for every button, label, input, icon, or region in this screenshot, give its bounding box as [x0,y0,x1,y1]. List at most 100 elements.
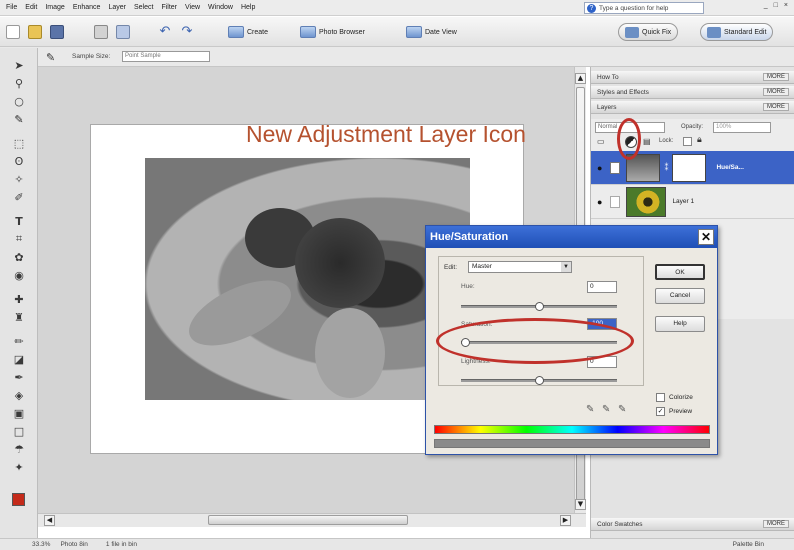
eyedropper-icon[interactable]: ✎ [586,404,594,415]
online-services-icon[interactable] [116,25,130,39]
preview-checkbox[interactable]: ✓ [656,407,665,416]
open-folder-icon[interactable] [28,25,42,39]
cookie-cutter-tool-icon[interactable]: ✿ [11,250,27,264]
eyedropper-tool-icon[interactable]: ✎ [11,112,27,126]
brush-tool-icon[interactable]: ✒ [11,370,27,384]
menu-select[interactable]: Select [134,4,153,11]
menu-image[interactable]: Image [45,4,64,11]
red-eye-tool-icon[interactable]: ◉ [11,268,27,282]
healing-brush-tool-icon[interactable]: ✚ [11,292,27,306]
layer-link-icon[interactable] [610,161,621,174]
eraser-tool-icon[interactable]: ◪ [11,352,27,366]
type-tool-icon[interactable]: T [11,214,27,228]
layers-more-button[interactable]: MORE [763,103,789,111]
create-button[interactable]: Create [228,24,268,40]
styles-effects-palette-header[interactable]: Styles and Effects MORE [591,86,794,99]
hue-slider[interactable] [461,302,617,311]
opacity-field[interactable]: 100% [713,122,771,133]
lasso-tool-icon[interactable]: ʘ [11,154,27,168]
gradient-tool-icon[interactable]: ▣ [11,406,27,420]
layers-palette-header[interactable]: Layers MORE [591,101,794,114]
eyedropper-minus-icon[interactable]: ✎ [618,404,626,415]
palette-bin-toggle[interactable]: Palette Bin [733,541,764,548]
visibility-eye-icon[interactable]: ● [597,197,602,207]
new-layer-icon[interactable]: ▭ [597,137,607,147]
hue-value-field[interactable]: 0 [587,281,617,293]
shape-tool-icon[interactable]: □ [11,424,27,438]
hand-tool-icon[interactable]: ○ [11,94,27,108]
swatches-more-button[interactable]: MORE [763,520,789,528]
menu-view[interactable]: View [185,4,200,11]
sponge-tool-icon[interactable]: ✦ [11,460,27,474]
delete-layer-icon[interactable]: ▤ [643,137,651,146]
step-forward-icon[interactable]: ↷ [180,25,194,39]
hue-spectrum-bar [434,425,710,434]
opacity-label: Opacity: [681,124,704,130]
minimize-button[interactable]: _ [764,2,768,9]
menu-layer[interactable]: Layer [108,4,126,11]
color-swatches-palette-header[interactable]: Color Swatches MORE [591,518,794,531]
dialog-title: Hue/Saturation [426,226,717,248]
help-button[interactable]: Help [655,316,705,332]
marquee-tool-icon[interactable]: ⬚ [11,136,27,150]
paint-bucket-tool-icon[interactable]: ◈ [11,388,27,402]
lightness-slider[interactable] [461,376,617,385]
photo-browser-button[interactable]: Photo Browser [300,24,365,40]
blur-tool-icon[interactable]: ☂ [11,442,27,456]
menu-edit[interactable]: Edit [25,4,37,11]
magic-wand-tool-icon[interactable]: ✧ [11,172,27,186]
styles-more-button[interactable]: MORE [763,88,789,96]
help-search-placeholder: Type a question for help [599,4,669,12]
menu-file[interactable]: File [6,4,17,11]
zoom-tool-icon[interactable]: ⚲ [11,76,27,90]
menu-enhance[interactable]: Enhance [73,4,101,11]
menu-window[interactable]: Window [208,4,233,11]
sample-size-select[interactable]: Point Sample [122,51,210,62]
quick-fix-button[interactable]: Quick Fix [618,23,679,41]
lightness-slider-thumb[interactable] [534,376,544,385]
ok-button[interactable]: OK [655,264,705,280]
layer-link-icon[interactable] [610,195,621,208]
shortcuts-toolbar: ↶ ↷ Create Photo Browser Date View Quick… [0,17,794,47]
how-to-more-button[interactable]: MORE [763,73,789,81]
clone-stamp-tool-icon[interactable]: ♜ [11,310,27,324]
visibility-eye-icon[interactable]: ● [597,163,602,173]
step-backward-icon[interactable]: ↶ [158,25,172,39]
menu-filter[interactable]: Filter [161,4,177,11]
crop-tool-icon[interactable]: ⌗ [11,232,27,246]
layer-row-layer-1[interactable]: ● Layer 1 [591,185,794,219]
eyedropper-plus-icon[interactable]: ✎ [602,404,610,415]
horizontal-scrollbar[interactable]: ◀ ▶ [38,513,586,527]
scroll-left-icon[interactable]: ◀ [44,515,55,526]
layer-thumbnail [626,186,667,217]
scroll-up-icon[interactable]: ▲ [575,73,586,84]
menu-help[interactable]: Help [241,4,255,11]
how-to-palette-header[interactable]: How To MORE [591,71,794,84]
date-view-button[interactable]: Date View [406,24,457,40]
move-tool-icon[interactable]: ➤ [11,58,27,72]
hue-label: Hue: [461,283,475,290]
maximize-button[interactable]: □ [774,2,778,9]
horizontal-scroll-thumb[interactable] [208,515,408,525]
bin-info: 1 file in bin [105,541,137,548]
scroll-right-icon[interactable]: ▶ [560,515,571,526]
pencil-tool-icon[interactable]: ✏ [11,334,27,348]
colorize-checkbox[interactable] [656,393,665,402]
close-icon[interactable]: ✕ [698,229,714,245]
help-search-field[interactable]: ? Type a question for help [584,2,704,14]
edit-channel-select[interactable]: Master ▼ [468,261,572,273]
new-file-icon[interactable] [6,25,20,39]
layer-name: Hue/Sa... [716,164,744,171]
lock-transparency-checkbox[interactable] [683,137,692,146]
save-icon[interactable] [50,25,64,39]
close-button[interactable]: × [784,2,788,9]
window-controls: _ □ × [764,2,788,9]
layer-mask-thumbnail [672,153,707,182]
hue-slider-thumb[interactable] [534,302,544,311]
selection-brush-tool-icon[interactable]: ✐ [11,190,27,204]
standard-edit-button[interactable]: Standard Edit [700,23,774,41]
foreground-color-swatch[interactable] [12,493,25,506]
scroll-down-icon[interactable]: ▼ [575,499,586,510]
print-icon[interactable] [94,25,108,39]
cancel-button[interactable]: Cancel [655,288,705,304]
